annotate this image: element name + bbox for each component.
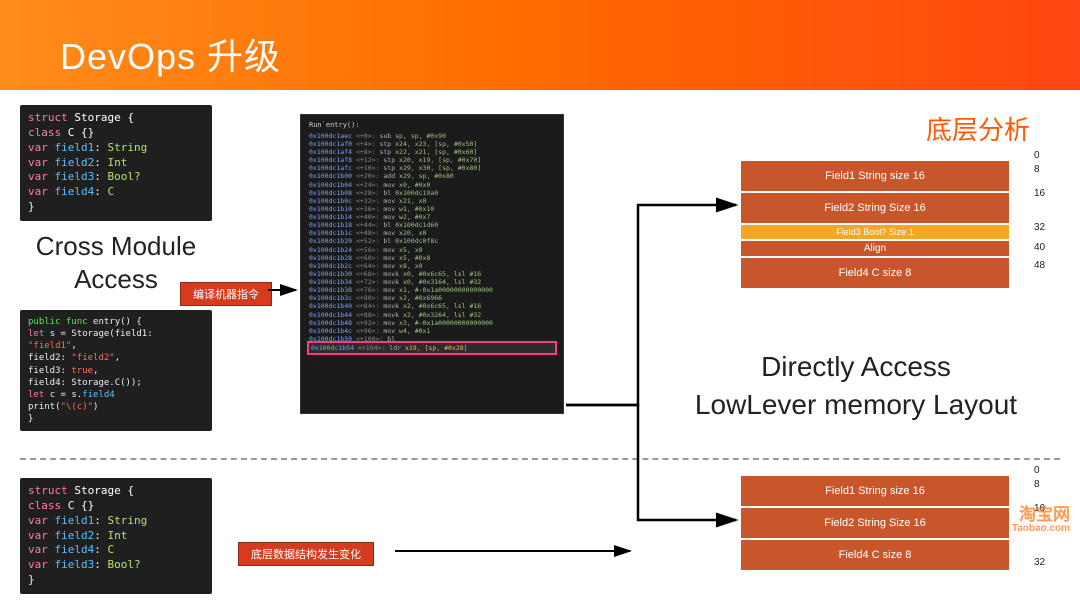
asm-line: 0x100dc1b38 <+76>: mov x1, #-0x1a0000000… <box>309 286 555 294</box>
code-struct-reordered: struct Storage { class C {} var field1: … <box>20 478 212 594</box>
label-direct-access: Directly Access LowLever memory Layout <box>656 348 1056 424</box>
asm-line: 0x100dc1b28 <+60>: mov x5, #0x8 <box>309 254 555 262</box>
asm-line: 0x100dc1b48 <+92>: mov x3, #-0x1a0000000… <box>309 319 555 327</box>
tag-compile-instructions: 编译机器指令 <box>180 282 272 306</box>
asm-line: 0x100dc1b34 <+72>: movk x0, #0x3164, lsl… <box>309 278 555 286</box>
asm-line: 0x100dc1af4 <+8>: stp x22, x21, [sp, #0x… <box>309 148 555 156</box>
memory-layout-after: Field1 String size 16Field2 String Size … <box>740 475 1010 571</box>
memory-row: Field3 Bool? Size 1 <box>740 224 1010 240</box>
asm-line: 0x100dc1b3c <+80>: mov x2, #0x6966 <box>309 294 555 302</box>
tag-layout-changed: 底层数据结构发生变化 <box>238 542 374 566</box>
asm-line: 0x100dc1b08 <+28>: bl 0x100dc19a0 <box>309 189 555 197</box>
memory-row: Field2 String Size 16 <box>740 192 1010 224</box>
divider-line <box>20 458 1060 460</box>
asm-line: 0x100dc1b50 <+100>: bl <box>309 335 555 343</box>
asm-line: 0x100dc1af0 <+4>: stp x24, x23, [sp, #0x… <box>309 140 555 148</box>
asm-line: 0x100dc1b04 <+24>: mov x0, #0x0 <box>309 181 555 189</box>
asm-line: 0x100dc1aec <+0>: sub sp, sp, #0x90 <box>309 132 555 140</box>
asm-line: 0x100dc1afc <+16>: stp x29, x30, [sp, #0… <box>309 164 555 172</box>
asm-line: 0x100dc1af8 <+12>: stp x20, x19, [sp, #0… <box>309 156 555 164</box>
slide-header: DevOps 升级 <box>0 0 1080 90</box>
label-lowlevel-analysis: 底层分析 <box>926 110 1030 147</box>
asm-title: Run`entry(): <box>309 121 555 130</box>
asm-line: 0x100dc1b1c <+48>: mov x20, x0 <box>309 229 555 237</box>
memory-row: Field4 C size 8 <box>740 539 1010 571</box>
asm-line: 0x100dc1b20 <+52>: bl 0x100dc0f8c <box>309 237 555 245</box>
memory-row: Field1 String size 16 <box>740 475 1010 507</box>
slide-title: DevOps 升级 <box>60 36 281 77</box>
asm-line: 0x100dc1b30 <+68>: movk x0, #0x6c65, lsl… <box>309 270 555 278</box>
memory-row: Field1 String size 16 <box>740 160 1010 192</box>
asm-line: 0x100dc1b40 <+84>: movk x2, #0x6c65, lsl… <box>309 302 555 310</box>
asm-line: 0x100dc1b2c <+64>: mov x8, x0 <box>309 262 555 270</box>
memory-layout-before: Field1 String size 16Field2 String Size … <box>740 160 1010 289</box>
asm-line: 0x100dc1b24 <+56>: mov x5, x0 <box>309 246 555 254</box>
code-struct-original: struct Storage { class C {} var field1: … <box>20 105 212 221</box>
memory-row: Align <box>740 240 1010 257</box>
code-entry-func: public func entry() { let s = Storage(fi… <box>20 310 212 431</box>
watermark: 淘宝网 Taobao.com <box>1012 506 1070 534</box>
memory-row: Field4 C size 8 <box>740 257 1010 289</box>
assembly-panel: Run`entry(): 0x100dc1aec <+0>: sub sp, s… <box>300 114 564 414</box>
memory-row: Field2 String Size 16 <box>740 507 1010 539</box>
asm-line: 0x100dc1b10 <+36>: mov w1, #0x10 <box>309 205 555 213</box>
asm-line: 0x100dc1b0c <+32>: mov x21, x0 <box>309 197 555 205</box>
asm-line-highlighted: 0x100dc1b54 <+104>: ldr x19, [sp, #0x28] <box>309 343 555 353</box>
asm-line: 0x100dc1b18 <+44>: bl 0x100dc1d60 <box>309 221 555 229</box>
asm-line: 0x100dc1b00 <+20>: add x29, sp, #0x80 <box>309 172 555 180</box>
asm-line: 0x100dc1b44 <+88>: movk x2, #0x3264, lsl… <box>309 311 555 319</box>
asm-line: 0x100dc1b4c <+96>: mov w4, #0x1 <box>309 327 555 335</box>
asm-line: 0x100dc1b14 <+40>: mov w2, #0x7 <box>309 213 555 221</box>
